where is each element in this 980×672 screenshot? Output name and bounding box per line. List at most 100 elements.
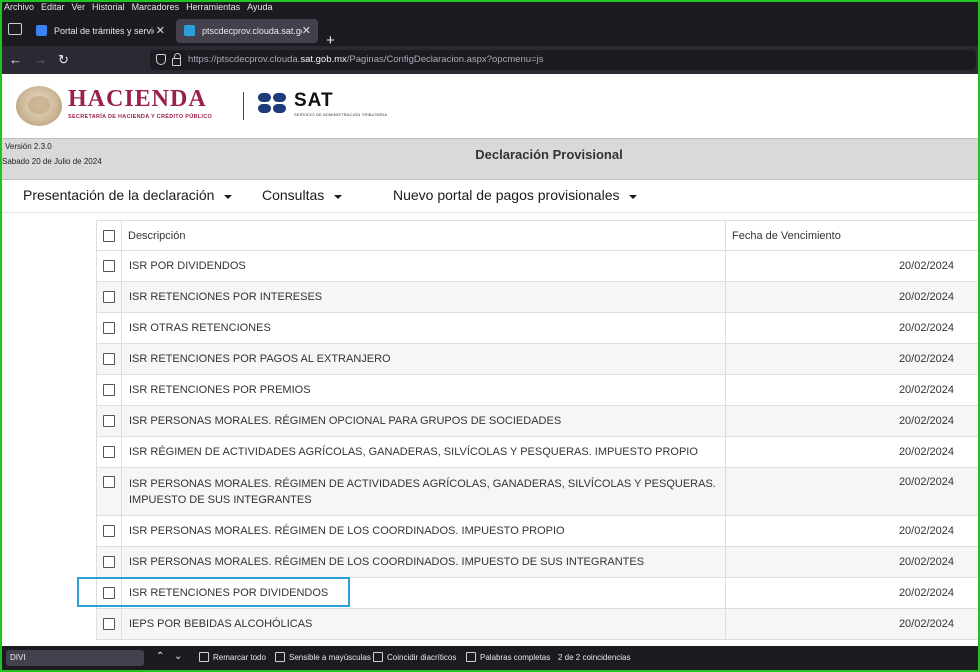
row-due-date: 20/02/2024 xyxy=(725,515,980,547)
checkbox[interactable] xyxy=(373,652,383,662)
row-checkbox[interactable] xyxy=(103,556,115,569)
sat-subtitle: SERVICIO DE ADMINISTRACIÓN TRIBUTARIA xyxy=(294,112,388,117)
find-result-count: 2 de 2 coincidencias xyxy=(558,653,631,662)
checkbox[interactable] xyxy=(466,652,476,662)
option-match-case[interactable]: Sensible a mayúsculas xyxy=(275,652,371,663)
row-due-date: 20/02/2024 xyxy=(725,281,980,313)
column-header-fecha: Fecha de Vencimiento xyxy=(725,220,980,251)
logo-divider xyxy=(243,92,244,120)
url-field[interactable]: https://ptscdecprov.clouda.sat.gob.mx/Pa… xyxy=(150,50,976,70)
table-row[interactable]: ISR POR DIVIDENDOS 20/02/2024 xyxy=(96,250,980,282)
lock-icon[interactable] xyxy=(172,53,181,66)
menu-consultas[interactable]: Consultas xyxy=(262,187,343,203)
row-checkbox[interactable] xyxy=(103,415,115,428)
row-due-date: 20/02/2024 xyxy=(725,405,980,437)
row-checkbox[interactable] xyxy=(103,322,115,335)
row-due-date: 20/02/2024 xyxy=(725,312,980,344)
back-icon[interactable]: ← xyxy=(9,52,22,67)
url-text[interactable]: https://ptscdecprov.clouda.sat.gob.mx/Pa… xyxy=(188,50,544,70)
table-row[interactable]: ISR PERSONAS MORALES. RÉGIMEN DE LOS COO… xyxy=(96,546,980,578)
row-description: ISR PERSONAS MORALES. RÉGIMEN DE LOS COO… xyxy=(121,546,726,578)
tracking-shield-icon[interactable] xyxy=(156,54,166,65)
menu-archivo[interactable]: Archivo xyxy=(4,2,34,12)
row-checkbox[interactable] xyxy=(103,384,115,397)
forward-icon[interactable]: → xyxy=(34,52,47,67)
menu-ayuda[interactable]: Ayuda xyxy=(247,2,272,12)
sat-favicon-icon xyxy=(184,25,195,36)
caret-down-icon xyxy=(629,195,638,200)
find-input[interactable]: DIVI xyxy=(6,650,144,666)
checkbox[interactable] xyxy=(199,652,209,662)
table-row[interactable]: ISR OTRAS RETENCIONES 20/02/2024 xyxy=(96,312,980,344)
table-row[interactable]: ISR RETENCIONES POR INTERESES 20/02/2024 xyxy=(96,281,980,313)
menu-herramientas[interactable]: Herramientas xyxy=(186,2,240,12)
row-due-date: 20/02/2024 xyxy=(725,436,980,468)
row-description: ISR RETENCIONES POR PAGOS AL EXTRANJERO xyxy=(121,343,726,375)
highlight-box xyxy=(77,577,350,607)
row-checkbox-cell xyxy=(96,343,122,375)
menu-ver[interactable]: Ver xyxy=(72,2,86,12)
caret-down-icon xyxy=(334,195,343,200)
reload-icon[interactable]: ↻ xyxy=(58,52,69,68)
row-due-date: 20/02/2024 xyxy=(725,374,980,406)
row-due-date: 20/02/2024 xyxy=(725,577,980,609)
row-checkbox-cell xyxy=(96,546,122,578)
sat-logo-mark xyxy=(258,93,288,115)
table-row[interactable]: ISR PERSONAS MORALES. RÉGIMEN OPCIONAL P… xyxy=(96,405,980,437)
row-checkbox[interactable] xyxy=(103,353,115,366)
menu-marcadores[interactable]: Marcadores xyxy=(132,2,180,12)
table-row[interactable]: ISR PERSONAS MORALES. RÉGIMEN DE ACTIVID… xyxy=(96,467,980,516)
hacienda-logo-text: HACIENDA xyxy=(68,86,207,112)
tab-strip: Portal de trámites y servicios - S ✕ pts… xyxy=(0,14,980,49)
row-checkbox-cell xyxy=(96,281,122,313)
table-row[interactable]: ISR RÉGIMEN DE ACTIVIDADES AGRÍCOLAS, GA… xyxy=(96,436,980,468)
row-checkbox[interactable] xyxy=(103,476,115,489)
row-checkbox[interactable] xyxy=(103,446,115,459)
page-title: Declaración Provisional xyxy=(475,147,623,162)
select-all-checkbox[interactable] xyxy=(103,229,115,242)
row-due-date: 20/02/2024 xyxy=(725,250,980,282)
tab-overview-icon[interactable] xyxy=(8,23,22,35)
row-checkbox[interactable] xyxy=(103,618,115,631)
row-due-date: 20/02/2024 xyxy=(725,608,980,640)
table-row[interactable]: ISR RETENCIONES POR PAGOS AL EXTRANJERO 2… xyxy=(96,343,980,375)
row-checkbox-cell xyxy=(96,515,122,547)
row-checkbox[interactable] xyxy=(103,260,115,273)
grid-favicon-icon xyxy=(36,25,47,36)
tab-portal[interactable]: Portal de trámites y servicios - S ✕ xyxy=(28,19,172,43)
tab-ptscdecprov[interactable]: ptscdecprov.clouda.sat.gob.mx ✕ xyxy=(176,19,318,43)
row-checkbox-cell xyxy=(96,405,122,437)
site-header: HACIENDA SECRETARÍA DE HACIENDA Y CRÉDIT… xyxy=(0,74,980,138)
option-whole-words[interactable]: Palabras completas xyxy=(466,652,550,663)
row-description: ISR RÉGIMEN DE ACTIVIDADES AGRÍCOLAS, GA… xyxy=(121,436,726,468)
table-row[interactable]: ISR RETENCIONES POR PREMIOS 20/02/2024 xyxy=(96,374,980,406)
status-bar: Versión 2.3.0 Sabado 20 de Julio de 2024… xyxy=(0,138,980,180)
menu-bar: Archivo Editar Ver Historial Marcadores Herra… xyxy=(0,0,980,14)
option-highlight-all[interactable]: Remarcar todo xyxy=(199,652,266,663)
national-seal-logo xyxy=(16,86,62,126)
table-header-row: Descripción Fecha de Vencimiento xyxy=(96,220,980,251)
find-previous-icon[interactable]: ⌃ xyxy=(156,651,164,662)
menu-presentacion[interactable]: Presentación de la declaración xyxy=(23,187,233,203)
table-row[interactable]: ISR PERSONAS MORALES. RÉGIMEN DE LOS COO… xyxy=(96,515,980,547)
close-tab-icon[interactable]: ✕ xyxy=(302,19,311,43)
row-description: ISR RETENCIONES POR INTERESES xyxy=(121,281,726,313)
menu-nuevo-portal[interactable]: Nuevo portal de pagos provisionales xyxy=(393,187,638,203)
find-bar: DIVI ⌃ ⌄ Remarcar todo Sensible a mayúsc… xyxy=(0,646,980,672)
table-row[interactable]: IEPS POR BEBIDAS ALCOHÓLICAS 20/02/2024 xyxy=(96,608,980,640)
row-checkbox[interactable] xyxy=(103,291,115,304)
close-tab-icon[interactable]: ✕ xyxy=(156,19,165,43)
menu-editar[interactable]: Editar xyxy=(41,2,65,12)
row-checkbox-cell xyxy=(96,436,122,468)
row-description: ISR PERSONAS MORALES. RÉGIMEN DE LOS COO… xyxy=(121,515,726,547)
row-due-date: 20/02/2024 xyxy=(725,343,980,375)
option-match-diacritics[interactable]: Coincidir diacríticos xyxy=(373,652,456,663)
row-checkbox-cell xyxy=(96,467,122,516)
checkbox[interactable] xyxy=(275,652,285,662)
menu-historial[interactable]: Historial xyxy=(92,2,125,12)
row-checkbox[interactable] xyxy=(103,525,115,538)
find-next-icon[interactable]: ⌄ xyxy=(174,651,182,662)
row-description: ISR PERSONAS MORALES. RÉGIMEN OPCIONAL P… xyxy=(121,405,726,437)
select-all-cell xyxy=(96,220,122,251)
hacienda-subtitle: SECRETARÍA DE HACIENDA Y CRÉDITO PÚBLICO xyxy=(68,114,213,120)
